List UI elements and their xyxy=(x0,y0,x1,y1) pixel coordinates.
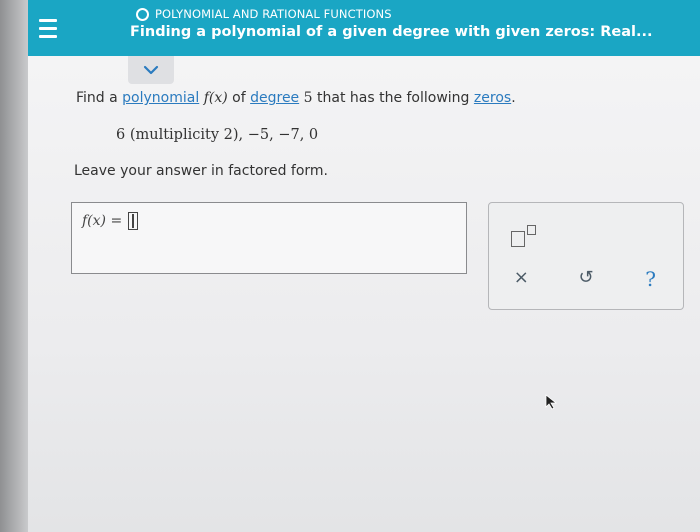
mouse-pointer-icon xyxy=(545,394,558,410)
page-title: Finding a polynomial of a given degree w… xyxy=(130,24,653,40)
menu-icon-bar xyxy=(39,34,57,38)
chevron-down-icon xyxy=(143,65,159,75)
topic-label: POLYNOMIAL AND RATIONAL FUNCTIONS xyxy=(155,7,392,21)
exponent-superscript-icon xyxy=(527,225,536,235)
answer-label-row: f(x) = xyxy=(82,212,139,230)
degree-value: 5 xyxy=(303,90,313,106)
help-button[interactable]: ? xyxy=(636,267,666,291)
answer-input[interactable]: f(x) = xyxy=(71,202,467,274)
zeros-values: 6 (multiplicity 2), −5, −7, 0 xyxy=(116,127,319,143)
problem-text: Find a xyxy=(76,90,118,106)
zeros-list: 6 (multiplicity 2), −5, −7, 0 xyxy=(116,127,318,143)
input-cursor-icon[interactable] xyxy=(128,212,139,230)
problem-text: of xyxy=(232,90,246,106)
answer-label: f(x) = xyxy=(82,213,123,229)
problem-statement: Find a polynomial f(x) of degree 5 that … xyxy=(76,90,516,106)
menu-icon-bar xyxy=(39,18,57,22)
menu-icon-bar xyxy=(39,26,57,30)
topic-row: POLYNOMIAL AND RATIONAL FUNCTIONS xyxy=(136,7,392,21)
math-tool-panel: × ↺ ? xyxy=(488,202,684,310)
screen-edge xyxy=(0,0,28,532)
polynomial-link[interactable]: polynomial xyxy=(122,90,199,106)
degree-link[interactable]: degree xyxy=(250,90,299,106)
collapse-toggle[interactable] xyxy=(128,56,174,84)
problem-text: that has the following xyxy=(317,90,470,106)
menu-button[interactable] xyxy=(28,0,68,56)
clear-button[interactable]: × xyxy=(506,267,536,291)
exponent-base-icon xyxy=(511,231,525,247)
main-content: Find a polynomial f(x) of degree 5 that … xyxy=(28,56,700,532)
function-name: f(x) xyxy=(203,90,228,106)
zeros-link[interactable]: zeros xyxy=(474,90,511,106)
exponent-button[interactable] xyxy=(511,223,541,247)
instruction-text: Leave your answer in factored form. xyxy=(74,163,329,179)
undo-button[interactable]: ↺ xyxy=(571,267,601,291)
progress-circle-icon xyxy=(136,7,149,21)
header-bar: POLYNOMIAL AND RATIONAL FUNCTIONS Findin… xyxy=(28,0,700,56)
period: . xyxy=(511,90,516,106)
tool-actions: × ↺ ? xyxy=(489,267,683,291)
